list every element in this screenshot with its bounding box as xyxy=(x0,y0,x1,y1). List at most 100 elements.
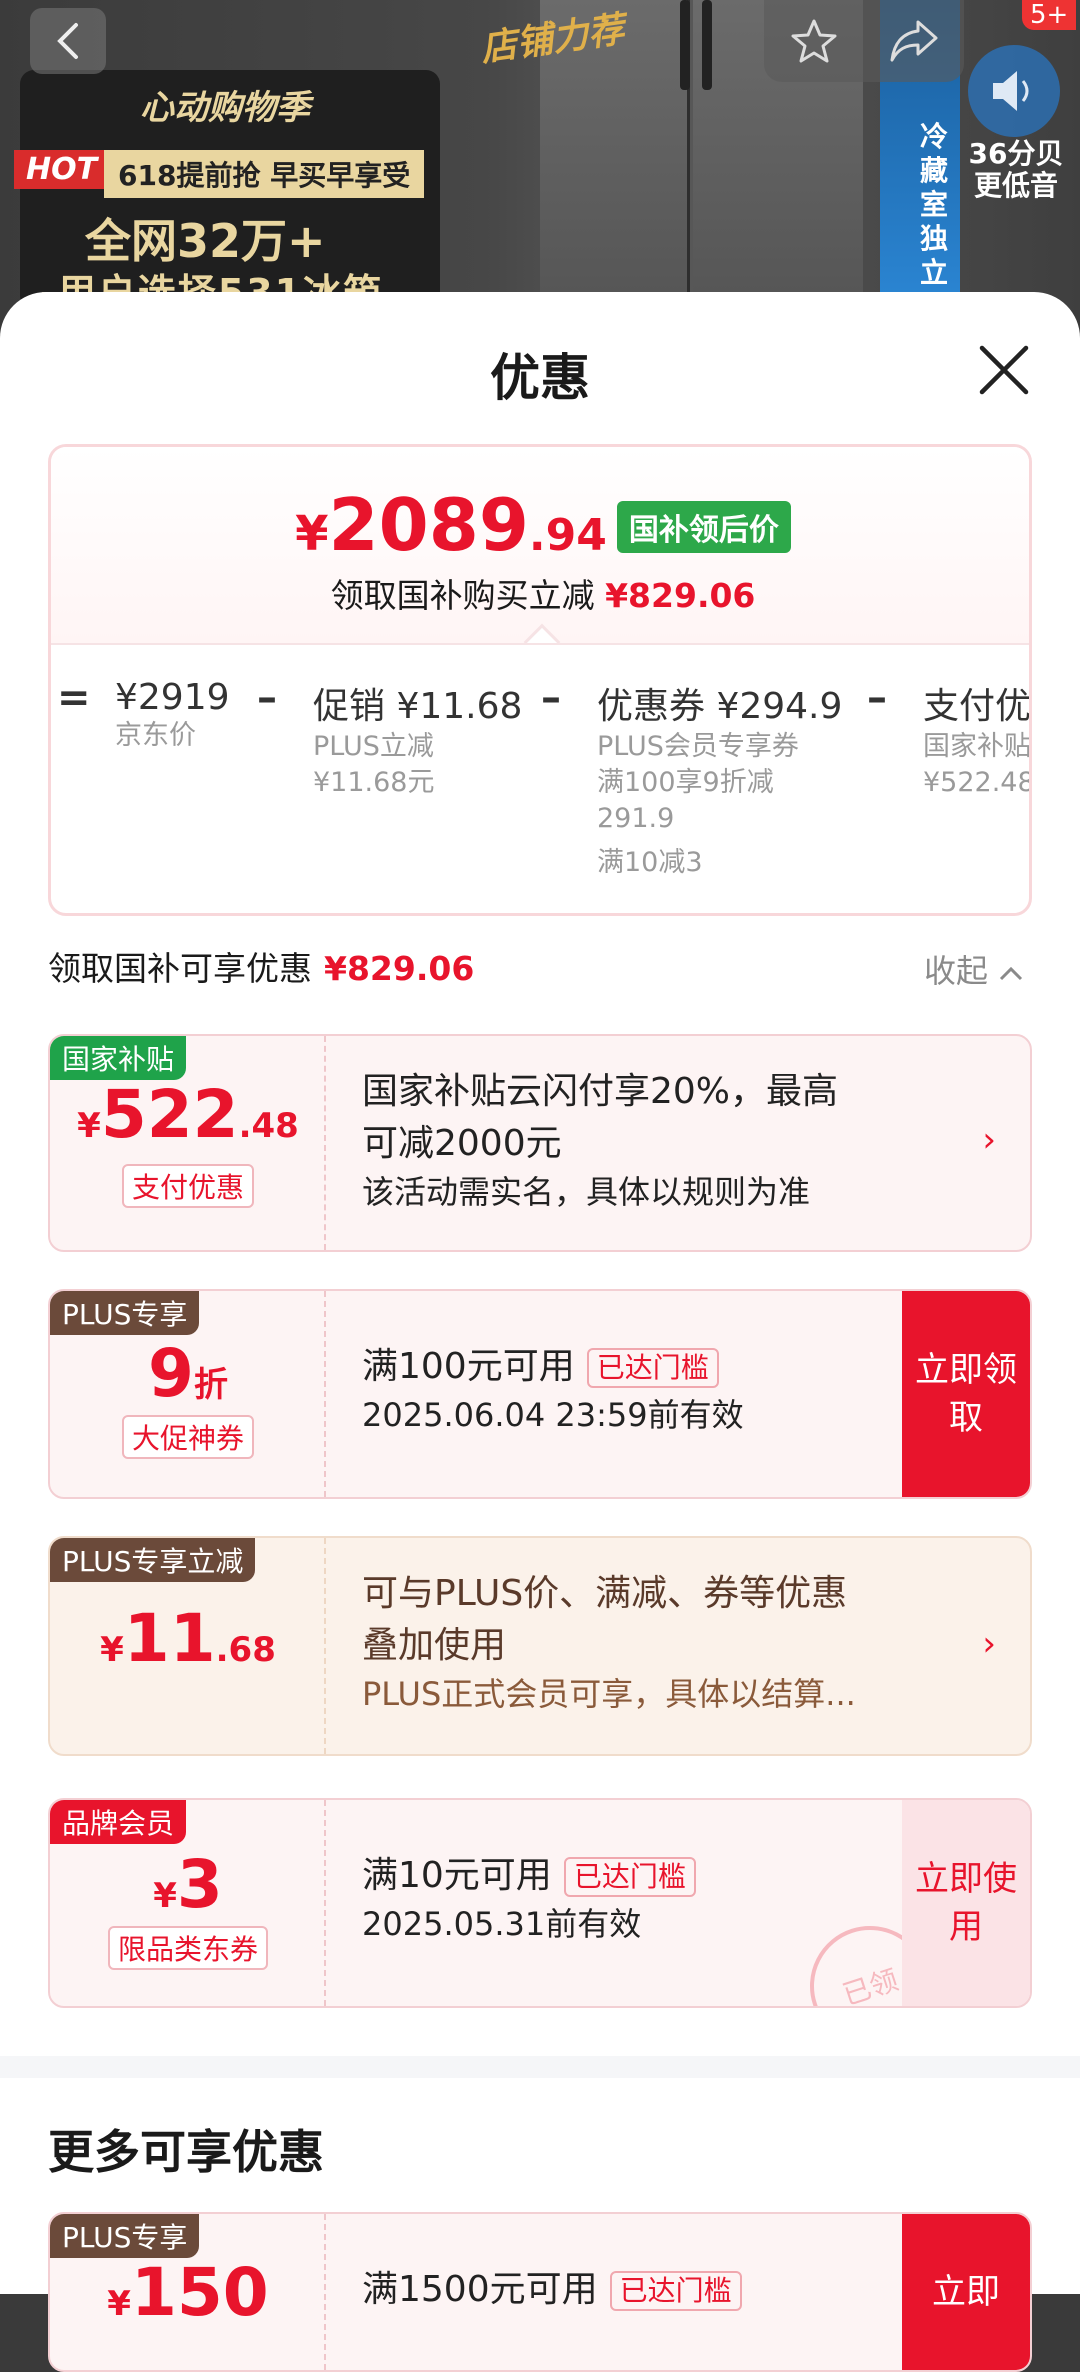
share-icon[interactable] xyxy=(888,18,940,64)
coupon-desc-line: 叠加使用 xyxy=(362,1625,507,1666)
coupon-chip-label: 支付优惠 xyxy=(121,1164,254,1208)
discount-sheet: 优惠 ¥ 2089 .94 国补领后价 领取国补购买立减 ¥829.06 = ¥… xyxy=(0,292,1080,2372)
coupon-desc: 满100元可用 已达门槛 2025.06.04 23:59前有效 xyxy=(362,1341,744,1437)
currency-symbol: ¥ xyxy=(107,2284,131,2324)
amount-decimal: .48 xyxy=(238,1106,299,1146)
promo-line: 618提前抢 早买早享受 xyxy=(104,150,425,198)
hot-badge: HOT xyxy=(14,150,110,189)
top-action-bar xyxy=(764,0,964,82)
coupon-threshold: 满100元可用 xyxy=(362,1346,575,1387)
coupon-type-tag: PLUS专享立减 xyxy=(50,1538,256,1582)
breakdown-desc: 291.9 xyxy=(597,803,675,834)
star-icon[interactable] xyxy=(789,16,839,66)
claim-button[interactable]: 立即领取 xyxy=(902,1291,1030,1497)
coupon-desc: 满10元可用 已达门槛 2025.05.31前有效 xyxy=(362,1850,696,1946)
collapse-toggle[interactable]: 收起 xyxy=(924,946,1024,992)
feature-vertical-text: 冷藏室独立 xyxy=(920,120,949,289)
coupon-card[interactable]: 国家补贴 ¥522.48 支付优惠 国家补贴云闪付享20%，最高 可减2000元… xyxy=(48,1034,1032,1252)
sound-button[interactable] xyxy=(968,45,1060,137)
breakdown-desc: 国家补贴 xyxy=(923,731,1031,762)
currency-symbol: ¥ xyxy=(153,1876,177,1916)
fridge-handle xyxy=(680,0,690,90)
breakdown-desc: 京东价 xyxy=(115,720,196,751)
threshold-reached-badge: 已达门槛 xyxy=(563,1857,696,1897)
claim-button[interactable]: 立即 xyxy=(902,2214,1030,2370)
coupon-desc: 可与PLUS价、满减、券等优惠 叠加使用 PLUS正式会员可享，具体以结算... xyxy=(362,1568,856,1716)
operator: – xyxy=(257,675,277,721)
amount-integer: 522 xyxy=(100,1076,239,1153)
price-summary-card: ¥ 2089 .94 国补领后价 领取国补购买立减 ¥829.06 = ¥291… xyxy=(48,444,1032,916)
breakdown-value: 优惠券 ¥294.9 xyxy=(597,686,843,727)
price-integer: 2089 xyxy=(328,483,529,567)
back-button[interactable] xyxy=(30,8,106,74)
coupon-desc-line: 可与PLUS价、满减、券等优惠 xyxy=(362,1573,848,1614)
breakdown-desc: PLUS会员专享券 xyxy=(597,731,799,762)
sheet-title: 优惠 xyxy=(490,349,590,407)
coupon-amount: ¥3 xyxy=(50,1846,326,1923)
coupon-note: 该活动需实名，具体以规则为准 xyxy=(362,1173,811,1211)
chevron-right-icon: › xyxy=(982,1624,996,1664)
currency-symbol: ¥ xyxy=(77,1106,101,1146)
coupon-desc-line: 国家补贴云闪付享20%，最高 xyxy=(362,1071,839,1112)
coupon-type-tag: PLUS专享 xyxy=(50,1291,200,1335)
coupon-chip-label: 大促神券 xyxy=(121,1415,254,1459)
coupon-chip: 支付优惠 xyxy=(50,1164,326,1208)
coupon-chip: 限品类东券 xyxy=(50,1926,326,1970)
breakdown-value: ¥2919 xyxy=(115,677,230,718)
coupon-amount: ¥150 xyxy=(50,2254,326,2331)
coupon-card[interactable]: PLUS专享立减 ¥11.68 可与PLUS价、满减、券等优惠 叠加使用 PLU… xyxy=(48,1536,1032,1756)
coupon-amount: 9折 xyxy=(50,1335,326,1412)
coupon-validity: 2025.05.31前有效 xyxy=(362,1905,642,1943)
final-price: ¥ 2089 .94 国补领后价 xyxy=(51,483,1029,567)
coupon-card: PLUS专享 ¥150 满1500元可用 已达门槛 立即 xyxy=(48,2212,1032,2372)
breakdown-item: 优惠券 ¥294.9 PLUS会员专享券 满100享9折减 291.9 满10减… xyxy=(597,677,842,881)
coupon-left: PLUS专享立减 ¥11.68 xyxy=(50,1538,326,1754)
message-count-badge[interactable]: 5+ xyxy=(1022,0,1077,30)
coupon-type-tag: 品牌会员 xyxy=(50,1800,187,1844)
coupon-card: PLUS专享 9折 大促神券 满100元可用 已达门槛 2025.06.04 23… xyxy=(48,1289,1032,1499)
coupon-validity: 2025.06.04 23:59前有效 xyxy=(362,1396,744,1434)
operator: – xyxy=(541,675,561,721)
breakdown-item: 支付优 国家补贴 ¥522.48 xyxy=(923,677,1032,801)
more-offers-title: 更多可享优惠 xyxy=(48,2125,324,2179)
collapse-label: 收起 xyxy=(924,952,989,990)
use-now-button[interactable]: 立即使用 xyxy=(902,1800,1030,2006)
coupon-left: PLUS专享 9折 大促神券 xyxy=(50,1291,326,1497)
coupon-desc: 国家补贴云闪付享20%，最高 可减2000元 该活动需实名，具体以规则为准 xyxy=(362,1066,838,1214)
section-amount: ¥829.06 xyxy=(324,949,475,988)
saving-line: 领取国补购买立减 ¥829.06 xyxy=(51,569,1029,617)
breakdown-value: 促销 ¥11.68 xyxy=(313,686,523,727)
final-price-area: ¥ 2089 .94 国补领后价 领取国补购买立减 ¥829.06 xyxy=(51,447,1029,643)
price-breakdown[interactable]: = ¥2919 京东价 – 促销 ¥11.68 PLUS立减 ¥11.68元 –… xyxy=(51,643,1032,913)
section-heading: 领取国补可享优惠 ¥829.06 xyxy=(48,942,474,990)
breakdown-item: ¥2919 京东价 xyxy=(115,677,230,754)
amount-integer: 11 xyxy=(123,1600,216,1677)
fridge-handle xyxy=(702,0,712,90)
saving-amount: ¥829.06 xyxy=(605,576,756,615)
coupon-desc: 满1500元可用 已达门槛 xyxy=(362,2264,742,2316)
amount-unit: 折 xyxy=(193,1365,228,1405)
operator: = xyxy=(57,675,91,721)
coupon-threshold: 满10元可用 xyxy=(362,1855,552,1896)
coupon-desc-line: 可减2000元 xyxy=(362,1123,562,1164)
saving-label: 领取国补购买立减 xyxy=(330,576,595,615)
promo-script-tag: 心动购物季 xyxy=(140,88,310,128)
coupon-chip-label: 限品类东券 xyxy=(107,1926,268,1970)
amount-decimal: .68 xyxy=(215,1630,276,1670)
chevron-up-icon xyxy=(1000,966,1023,981)
close-icon[interactable] xyxy=(974,340,1034,400)
currency-symbol: ¥ xyxy=(100,1630,124,1670)
breakdown-desc: ¥522.48 xyxy=(923,767,1032,798)
speaker-icon xyxy=(993,71,1029,111)
coupon-note: PLUS正式会员可享，具体以结算... xyxy=(362,1675,856,1713)
section-label: 领取国补可享优惠 xyxy=(48,949,312,988)
price-decimal: .94 xyxy=(528,510,607,561)
breakdown-desc: 满10减3 xyxy=(597,847,703,878)
coupon-chip: 大促神券 xyxy=(50,1415,326,1459)
coupon-card: 品牌会员 ¥3 限品类东券 满10元可用 已达门槛 2025.05.31前有效 已… xyxy=(48,1798,1032,2008)
coupon-left: 国家补贴 ¥522.48 支付优惠 xyxy=(50,1036,326,1250)
coupon-type-tag: PLUS专享 xyxy=(50,2214,200,2258)
coupon-amount: ¥11.68 xyxy=(50,1600,326,1677)
breakdown-item: 促销 ¥11.68 PLUS立减 ¥11.68元 xyxy=(313,677,522,801)
threshold-reached-badge: 已达门槛 xyxy=(586,1348,719,1388)
